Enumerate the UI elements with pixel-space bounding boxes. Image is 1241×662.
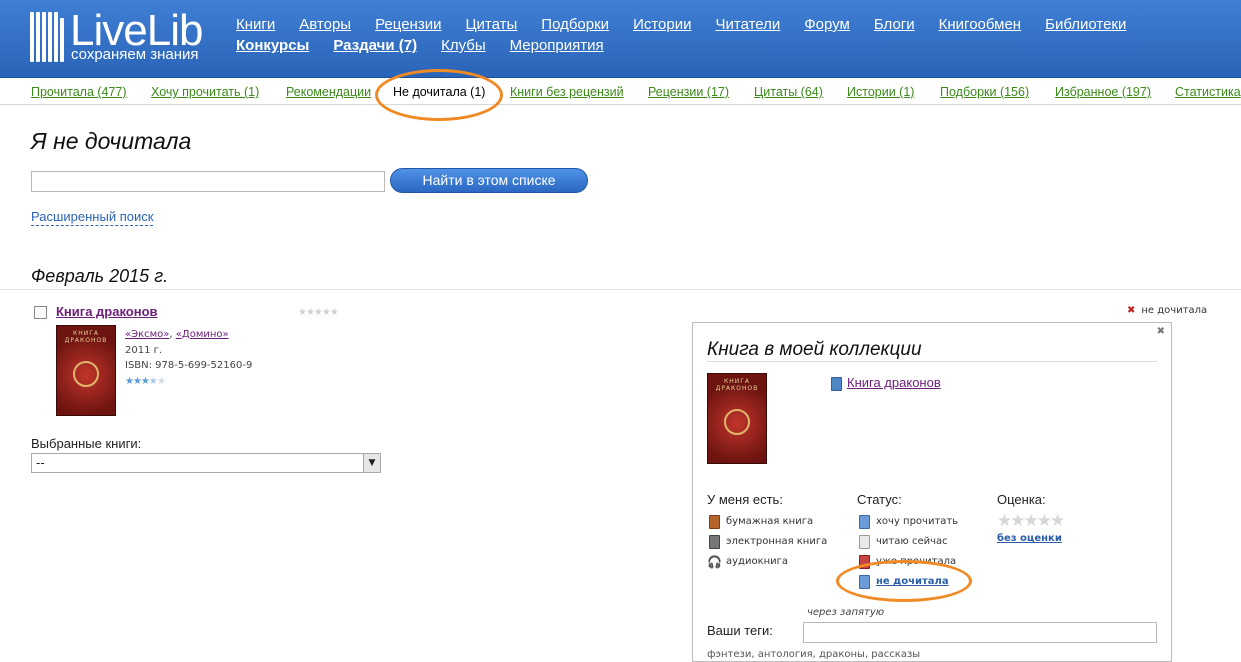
month-divider	[0, 289, 1241, 290]
logo-icon	[30, 12, 66, 62]
highlight-ring-tab	[375, 69, 503, 121]
profile-tabs: Прочитала (477) Хочу прочитать (1) Реком…	[0, 79, 1241, 105]
ebook-icon	[709, 535, 720, 549]
tab-favorites[interactable]: Избранное (197)	[1055, 85, 1151, 99]
book-title-link[interactable]: Книга драконов	[56, 304, 158, 319]
tab-reviews[interactable]: Рецензии (17)	[648, 85, 729, 99]
nav-giveaways[interactable]: Раздачи (7)	[333, 37, 417, 54]
paper-book-icon	[709, 515, 720, 529]
month-heading: Февраль 2015 г.	[31, 266, 169, 286]
popup-title: Книга в моей коллекции	[707, 339, 922, 360]
have-audiobook[interactable]: аудиокнига	[726, 556, 788, 567]
book-average-rating-stars: ★★★★★	[125, 376, 166, 387]
remove-icon[interactable]: ✖	[1127, 305, 1135, 316]
tab-statistics[interactable]: Статистика	[1175, 85, 1241, 99]
have-header: У меня есть:	[707, 492, 783, 507]
book-isbn: ISBN: 978-5-699-52160-9	[125, 360, 253, 371]
have-paper[interactable]: бумажная книга	[726, 516, 813, 527]
tab-stories[interactable]: Истории (1)	[847, 85, 914, 99]
book-rating-stars-empty[interactable]: ★★★★★	[298, 307, 339, 318]
nav-stories[interactable]: Истории	[633, 16, 691, 33]
book-publishers: «Эксмо», «Домино»	[125, 329, 229, 340]
publisher-link-eksmo[interactable]: «Эксмо»	[125, 329, 169, 340]
book-select-checkbox[interactable]	[34, 306, 47, 319]
dragon-emblem-icon	[724, 408, 750, 435]
book-cover[interactable]: КНИГА ДРАКОНОВ	[56, 325, 116, 416]
nav-forum[interactable]: Форум	[804, 16, 850, 33]
status-want[interactable]: хочу прочитать	[876, 516, 958, 527]
chosen-books-select[interactable]: -- ▼	[31, 453, 381, 473]
rating-stars-input[interactable]: ★★★★★	[997, 511, 1065, 531]
popup-divider	[707, 361, 1157, 362]
dragon-emblem-icon	[73, 360, 99, 387]
nav-books[interactable]: Книги	[236, 16, 275, 33]
chevron-down-icon[interactable]: ▼	[363, 454, 380, 472]
search-in-list-button[interactable]: Найти в этом списке	[390, 168, 588, 193]
tab-quotes[interactable]: Цитаты (64)	[754, 85, 823, 99]
nav-reviews[interactable]: Рецензии	[375, 16, 441, 33]
nav-contests[interactable]: Конкурсы	[236, 37, 309, 54]
publisher-link-domino[interactable]: «Домино»	[176, 329, 229, 340]
tag-suggestions[interactable]: фэнтези, антология, драконы, рассказы	[707, 649, 920, 660]
nav-libraries[interactable]: Библиотеки	[1045, 16, 1126, 33]
no-rating-link[interactable]: без оценки	[997, 533, 1062, 544]
nav-events[interactable]: Мероприятия	[510, 37, 604, 54]
headphones-icon: 🎧	[707, 555, 722, 569]
tags-label: Ваши теги:	[707, 623, 773, 638]
chosen-books-label: Выбранные книги:	[31, 436, 142, 451]
popup-book-cover: КНИГА ДРАКОНОВ	[707, 373, 767, 464]
nav-bookswap[interactable]: Книгообмен	[939, 16, 1021, 33]
book-status-indicator: ✖ не дочитала	[1127, 305, 1208, 316]
nav-quotes[interactable]: Цитаты	[465, 16, 517, 33]
want-to-read-icon	[859, 515, 870, 529]
status-header: Статус:	[857, 492, 902, 507]
tab-want-to-read[interactable]: Хочу прочитать (1)	[151, 85, 259, 99]
book-year: 2011 г.	[125, 345, 163, 356]
list-search-input[interactable]	[31, 171, 385, 192]
nav-collections[interactable]: Подборки	[541, 16, 609, 33]
status-reading[interactable]: читаю сейчас	[876, 536, 948, 547]
close-icon[interactable]: ✖	[1157, 326, 1165, 337]
nav-clubs[interactable]: Клубы	[441, 37, 486, 54]
nav-readers[interactable]: Читатели	[716, 16, 781, 33]
highlight-ring-status	[836, 560, 972, 602]
tags-hint: через запятую	[807, 607, 885, 618]
tab-recommendations[interactable]: Рекомендации	[286, 85, 371, 99]
collection-popup: ✖ Книга в моей коллекции КНИГА ДРАКОНОВ …	[692, 322, 1172, 662]
tab-read[interactable]: Прочитала (477)	[31, 85, 127, 99]
tab-collections[interactable]: Подборки (156)	[940, 85, 1029, 99]
site-logo[interactable]: LiveLib сохраняем знания	[30, 6, 203, 68]
tags-input[interactable]	[803, 622, 1157, 643]
reading-now-icon	[859, 535, 870, 549]
book-icon	[831, 377, 842, 391]
tab-books-without-reviews[interactable]: Книги без рецензий	[510, 85, 624, 99]
page-title: Я не дочитала	[31, 128, 192, 154]
rating-header: Оценка:	[997, 492, 1046, 507]
nav-authors[interactable]: Авторы	[299, 16, 351, 33]
site-header: LiveLib сохраняем знания Книги Авторы Ре…	[0, 0, 1241, 78]
nav-blogs[interactable]: Блоги	[874, 16, 915, 33]
main-nav: Книги Авторы Рецензии Цитаты Подборки Ис…	[236, 14, 1236, 56]
advanced-search-link[interactable]: Расширенный поиск	[31, 208, 154, 226]
have-ebook[interactable]: электронная книга	[726, 536, 827, 547]
popup-book-title-link[interactable]: Книга драконов	[847, 375, 941, 390]
logo-subtitle: сохраняем знания	[71, 46, 199, 63]
